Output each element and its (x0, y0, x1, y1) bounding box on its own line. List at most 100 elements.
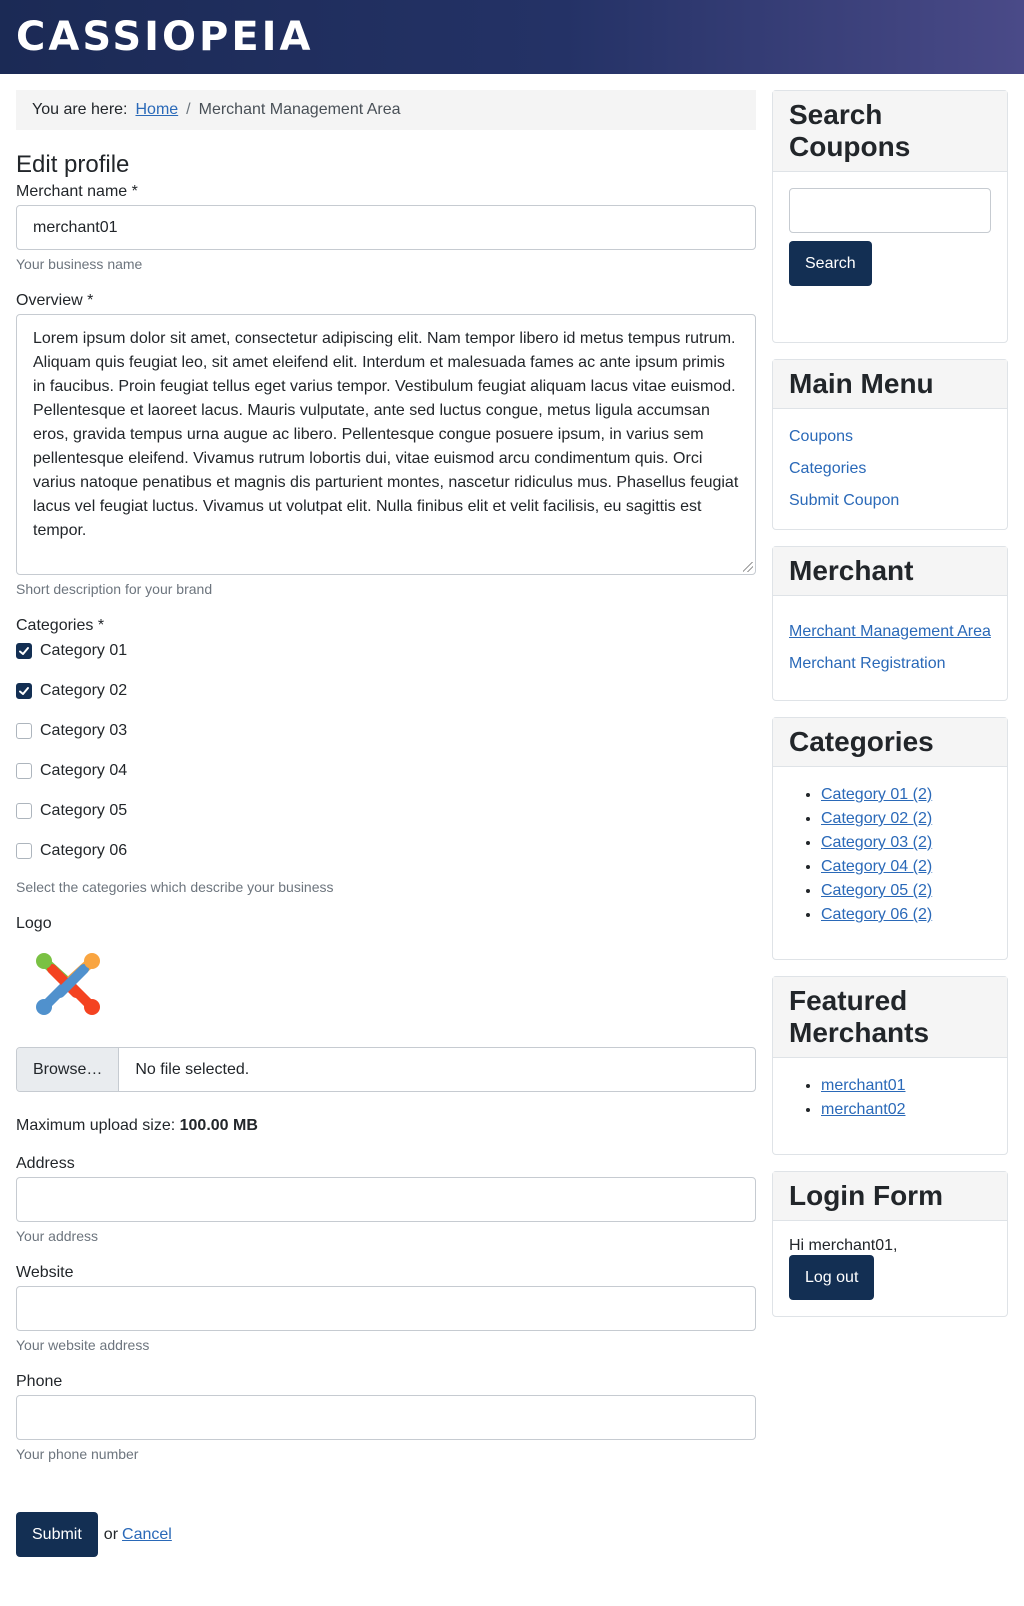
featured-merchants-body: merchant01 merchant02 (773, 1058, 1007, 1154)
category-checkbox[interactable] (16, 723, 32, 739)
category-checkbox-label: Category 05 (40, 802, 128, 819)
category-checkbox-row[interactable]: Category 06 (16, 839, 756, 863)
logo-group: Logo Browse… No file selected. Maximum u… (16, 915, 756, 1135)
main-menu-item[interactable]: Categories (789, 457, 991, 481)
breadcrumb-home-link[interactable]: Home (135, 101, 178, 119)
categories-hint: Select the categories which describe you… (16, 879, 334, 895)
browse-button[interactable]: Browse… (17, 1048, 120, 1091)
category-checkbox-row[interactable]: Category 02 (16, 679, 756, 703)
logout-button[interactable]: Log out (789, 1255, 875, 1300)
logo-label: Logo (16, 915, 52, 932)
category-checkbox[interactable] (16, 643, 32, 659)
category-link[interactable]: Category 02 (2) (821, 810, 932, 827)
login-form-module: Login Form Hi merchant01, Log out (772, 1171, 1008, 1317)
category-link[interactable]: Category 01 (2) (821, 786, 932, 803)
merchant-module: Merchant Merchant Management Area Mercha… (772, 546, 1008, 701)
category-list-item: Category 06 (2) (821, 903, 991, 927)
categories-title: Categories (773, 718, 1007, 767)
resize-handle-icon[interactable] (743, 562, 753, 572)
phone-hint: Your phone number (16, 1446, 139, 1462)
category-checkbox-row[interactable]: Category 04 (16, 759, 756, 783)
categories-list: Category 01 (2) Category 02 (2) Category 0… (789, 783, 991, 927)
featured-merchants-module: Featured Merchants merchant01 merchant02 (772, 976, 1008, 1155)
main-menu-title: Main Menu (773, 360, 1007, 409)
breadcrumb-prefix: You are here: (32, 101, 128, 118)
max-upload-info: Maximum upload size: 100.00 MB (16, 1117, 756, 1135)
featured-merchants-title: Featured Merchants (773, 977, 1007, 1058)
category-checkbox-row[interactable]: Category 01 (16, 639, 756, 663)
category-link[interactable]: Category 03 (2) (821, 834, 932, 851)
website-label: Website (16, 1264, 74, 1281)
or-text: or (103, 1525, 119, 1543)
merchant-name-input[interactable]: merchant01 (16, 205, 756, 250)
featured-merchant-item: merchant01 (821, 1074, 991, 1098)
overview-text: Lorem ipsum dolor sit amet, consectetur … (33, 330, 739, 539)
category-checkbox-label: Category 03 (40, 722, 128, 739)
site-logo[interactable]: CASSIOPEIA (16, 17, 314, 57)
categories-body: Category 01 (2) Category 02 (2) Category 0… (773, 767, 1007, 959)
cancel-link[interactable]: Cancel (122, 1526, 172, 1544)
merchant-title: Merchant (773, 547, 1007, 596)
search-input[interactable] (789, 188, 991, 233)
address-group: Address Your address (16, 1155, 756, 1244)
category-checkbox-label: Category 01 (40, 642, 128, 659)
overview-label: Overview * (16, 292, 94, 309)
overview-group: Overview * Lorem ipsum dolor sit amet, c… (16, 292, 756, 597)
breadcrumb-current: Merchant Management Area (198, 101, 401, 118)
search-coupons-module: Search Coupons Search (772, 90, 1008, 343)
address-input[interactable] (16, 1177, 756, 1222)
phone-label: Phone (16, 1373, 63, 1390)
max-upload-label: Maximum upload size: (16, 1117, 176, 1134)
merchant-registration-link[interactable]: Merchant Registration (789, 652, 991, 676)
logo-file-input[interactable]: Browse… No file selected. (16, 1047, 756, 1092)
login-form-title: Login Form (773, 1172, 1007, 1221)
search-button[interactable]: Search (789, 241, 872, 286)
category-link[interactable]: Category 06 (2) (821, 906, 932, 923)
category-checkbox[interactable] (16, 843, 32, 859)
main-menu-list: Coupons Categories Submit Coupon (773, 409, 1007, 529)
search-coupons-title: Search Coupons (773, 91, 1007, 172)
breadcrumb-separator: / (186, 101, 191, 118)
search-coupons-body: Search (773, 172, 1007, 342)
category-checkbox[interactable] (16, 803, 32, 819)
category-checkbox-label: Category 04 (40, 762, 128, 779)
featured-merchant-link[interactable]: merchant02 (821, 1101, 906, 1118)
category-list-item: Category 02 (2) (821, 807, 991, 831)
breadcrumb: You are here: Home / Merchant Management… (16, 90, 756, 130)
category-checkbox[interactable] (16, 763, 32, 779)
categories-label: Categories * (16, 617, 105, 634)
website-hint: Your website address (16, 1337, 150, 1353)
category-list-item: Category 03 (2) (821, 831, 991, 855)
max-upload-value: 100.00 MB (179, 1117, 258, 1134)
checkmark-icon (19, 687, 29, 695)
main-menu-item[interactable]: Coupons (789, 425, 991, 449)
merchant-name-group: Merchant name * merchant01 Your business… (16, 183, 756, 272)
categories-module: Categories Category 01 (2) Category 02 (2… (772, 717, 1008, 960)
website-group: Website Your website address (16, 1264, 756, 1353)
category-checkbox-label: Category 02 (40, 682, 128, 699)
category-checkbox[interactable] (16, 683, 32, 699)
checkmark-icon (19, 647, 29, 655)
category-checkbox-row[interactable]: Category 03 (16, 719, 756, 743)
submit-button[interactable]: Submit (16, 1512, 98, 1557)
phone-input[interactable] (16, 1395, 756, 1440)
login-form-body: Hi merchant01, Log out (773, 1221, 1007, 1316)
overview-textarea[interactable]: Lorem ipsum dolor sit amet, consectetur … (16, 314, 756, 575)
category-link[interactable]: Category 04 (2) (821, 858, 932, 875)
category-link[interactable]: Category 05 (2) (821, 882, 932, 899)
merchant-management-link[interactable]: Merchant Management Area (789, 620, 991, 644)
category-list-item: Category 04 (2) (821, 855, 991, 879)
category-checkbox-label: Category 06 (40, 842, 128, 859)
categories-checkbox-list: Category 01 Category 02 Category 03 Categor… (16, 639, 756, 863)
merchant-name-hint: Your business name (16, 256, 143, 272)
main-content: You are here: Home / Merchant Management… (16, 90, 756, 1557)
site-header: CASSIOPEIA (0, 0, 1024, 74)
address-label: Address (16, 1155, 75, 1172)
category-checkbox-row[interactable]: Category 05 (16, 799, 756, 823)
sidebar: Search Coupons Search Main Menu Coupons C… (772, 90, 1008, 1333)
main-menu-item[interactable]: Submit Coupon (789, 489, 991, 513)
featured-merchant-item: merchant02 (821, 1098, 991, 1122)
website-input[interactable] (16, 1286, 756, 1331)
featured-merchant-link[interactable]: merchant01 (821, 1077, 906, 1094)
login-greeting: Hi merchant01, (789, 1237, 898, 1254)
